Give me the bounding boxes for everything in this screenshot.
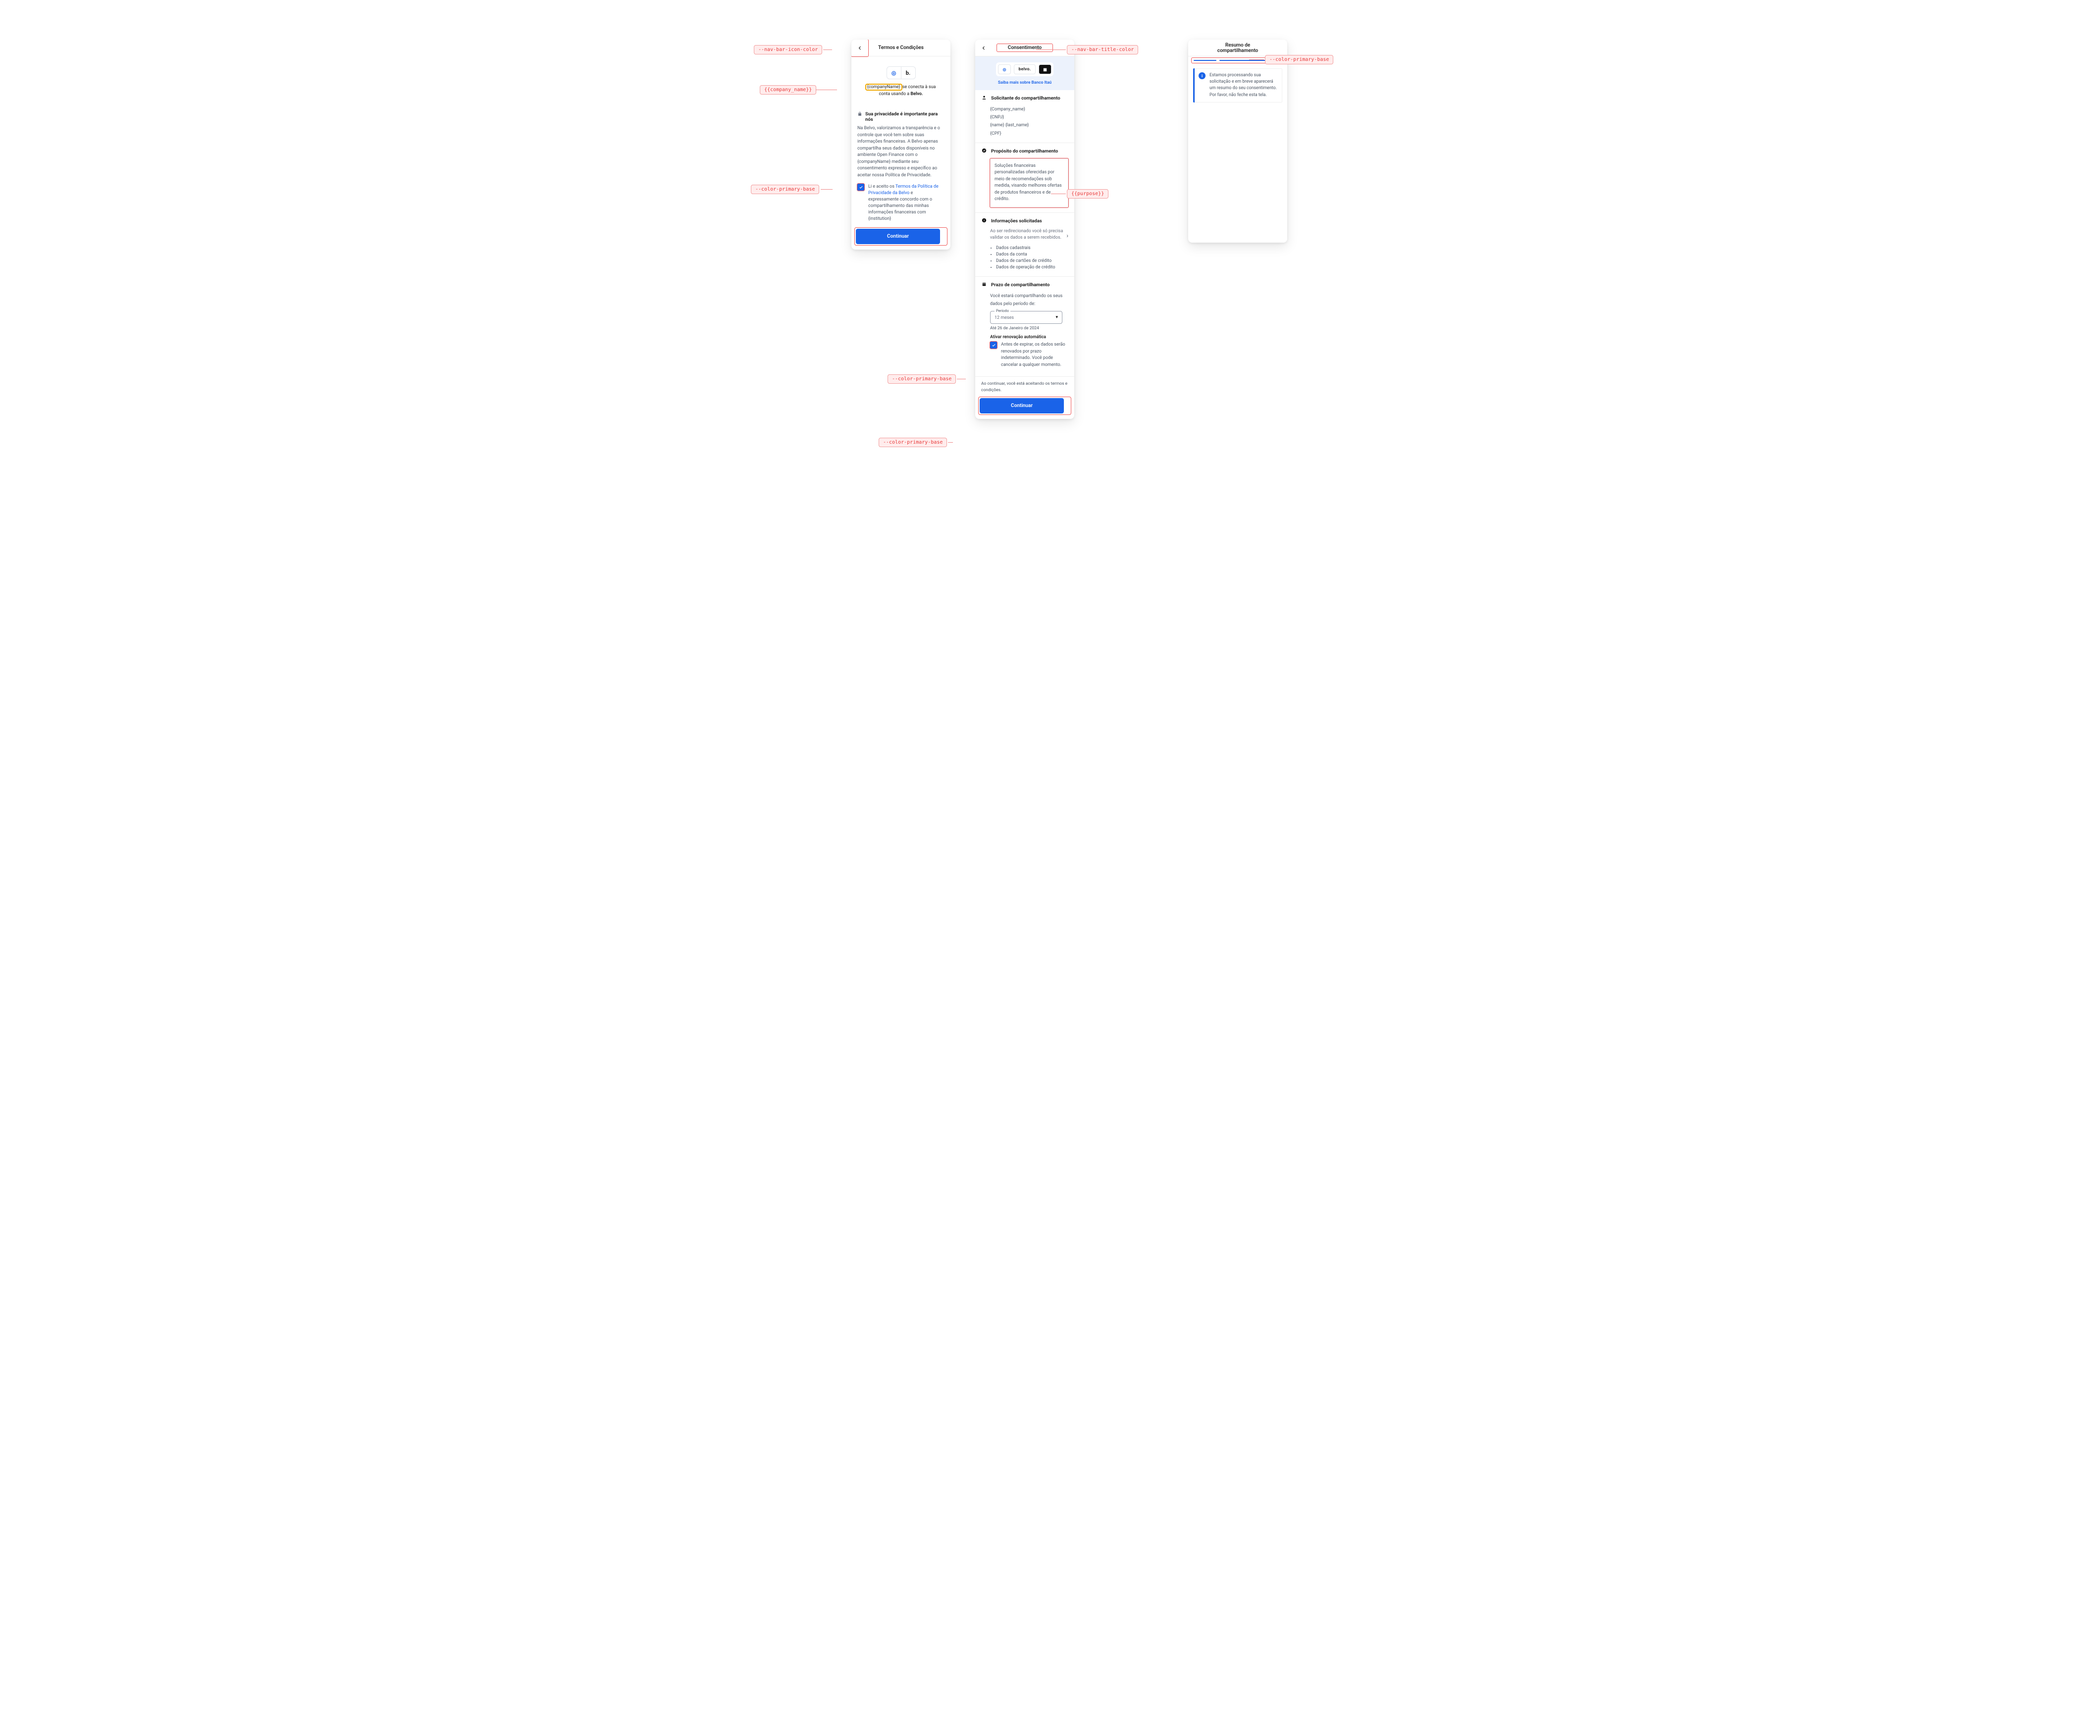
nav-bar: Consentimento: [975, 40, 1074, 56]
nav-title: Termos e Condições: [868, 45, 950, 51]
progress-seg-1: [1194, 60, 1216, 61]
screen-summary: Resumo de compartilhamento i Estamos pro…: [1188, 40, 1287, 243]
back-button[interactable]: [975, 40, 992, 56]
auto-renew-heading: Ativar renovação automática: [990, 335, 1068, 340]
info-circle-icon: i: [1199, 72, 1206, 79]
partner-logo-icon: ◎: [887, 67, 901, 79]
info-item: Dados de operação de crédito: [996, 265, 1068, 270]
term-heading: Prazo de compartilhamento: [991, 282, 1050, 288]
cpf-value: {CPF}: [990, 130, 1068, 138]
privacy-heading: Sua privacidade é importante para nós: [865, 111, 945, 122]
info-subtext: Ao ser redirecionado você só precisa val…: [990, 228, 1063, 242]
callout-color-primary-base-3: --color-primary-base: [879, 438, 947, 447]
info-heading: Informações solicitadas: [991, 218, 1042, 224]
arrow-left-icon: [857, 45, 863, 51]
back-button[interactable]: [851, 40, 868, 56]
purpose-heading: Propósito do compartilhamento: [991, 149, 1058, 154]
screen-consent: Consentimento ◎ belvo. ▦ Saiba mais sobr…: [975, 40, 1074, 419]
accept-terms-checkbox[interactable]: [857, 184, 864, 191]
info-expand-row[interactable]: Ao ser redirecionado você só precisa val…: [990, 228, 1068, 242]
caret-down-icon: ▾: [1055, 315, 1058, 320]
learn-more-link[interactable]: Saiba mais sobre Banco Itaú: [998, 80, 1051, 85]
auto-renew-checkbox[interactable]: [990, 342, 997, 349]
chevron-right-icon: ›: [1066, 228, 1068, 242]
arrow-left-icon: [981, 45, 987, 51]
period-label: Período: [995, 308, 1010, 313]
company-name-placeholder: {companyName}: [866, 85, 901, 90]
period-until: Até 26 de Janeiro de 2024: [990, 326, 1068, 331]
progress-segments: [1192, 58, 1284, 63]
info-item: Dados da conta: [996, 252, 1068, 257]
brand-name: Belvo.: [910, 92, 923, 97]
lock-icon: [857, 111, 862, 118]
progress-seg-2: [1219, 60, 1282, 61]
nav-bar: Resumo de compartilhamento: [1188, 40, 1287, 56]
person-icon: [981, 95, 987, 102]
term-lead: Você estará compartilhando os seus dados…: [990, 292, 1068, 308]
continue-button[interactable]: Continuar: [980, 398, 1064, 413]
belvo-logo: belvo.: [1014, 64, 1036, 74]
privacy-body: Na Belvo, valorizamos a transparência e …: [857, 125, 945, 179]
nav-title: Consentimento: [992, 44, 1074, 51]
info-icon: [981, 218, 987, 224]
nav-title: Resumo de compartilhamento: [1205, 43, 1270, 53]
cnpj-value: {CNPJ}: [990, 113, 1068, 121]
person-name-value: {name} {last_name}: [990, 121, 1068, 129]
continue-button[interactable]: Continuar: [856, 229, 940, 244]
check-icon: [859, 185, 863, 190]
logo-pair: ◎ b.: [887, 66, 916, 79]
purpose-text: Soluções financeiras personalizadas ofer…: [990, 158, 1068, 207]
period-select[interactable]: Período 12 meses ▾: [990, 311, 1062, 324]
auto-renew-text: Antes de expirar, os dados serão renovad…: [1001, 342, 1068, 368]
checkmark-circle-icon: [981, 148, 987, 154]
hero: ◎ belvo. ▦ Saiba mais sobre Banco Itaú: [975, 56, 1074, 90]
screen-terms: Termos e Condições ◎ b. {companyName} se…: [851, 40, 950, 250]
requester-heading: Solicitante do compartilhamento: [991, 96, 1060, 101]
nav-bar: Termos e Condições: [851, 40, 950, 56]
processing-alert: i Estamos processando sua solicitação e …: [1193, 68, 1282, 102]
partner-logo-icon: ◎: [998, 64, 1011, 74]
alert-text: Estamos processando sua solicitação e em…: [1209, 72, 1278, 99]
period-value: 12 meses: [995, 315, 1014, 320]
consent-prefix: Li e aceito os: [868, 184, 895, 189]
check-icon: [992, 343, 996, 348]
belvo-logo-icon: b.: [901, 67, 915, 79]
info-item: Dados cadastrais: [996, 246, 1068, 251]
footer-note: Ao continuar, você está aceitando os ter…: [975, 377, 1074, 394]
info-item: Dados de cartões de crédito: [996, 258, 1068, 263]
company-name-value: {Company_name}: [990, 105, 1068, 113]
bank-logo-icon: ▦: [1039, 64, 1051, 74]
calendar-icon: [981, 282, 987, 288]
